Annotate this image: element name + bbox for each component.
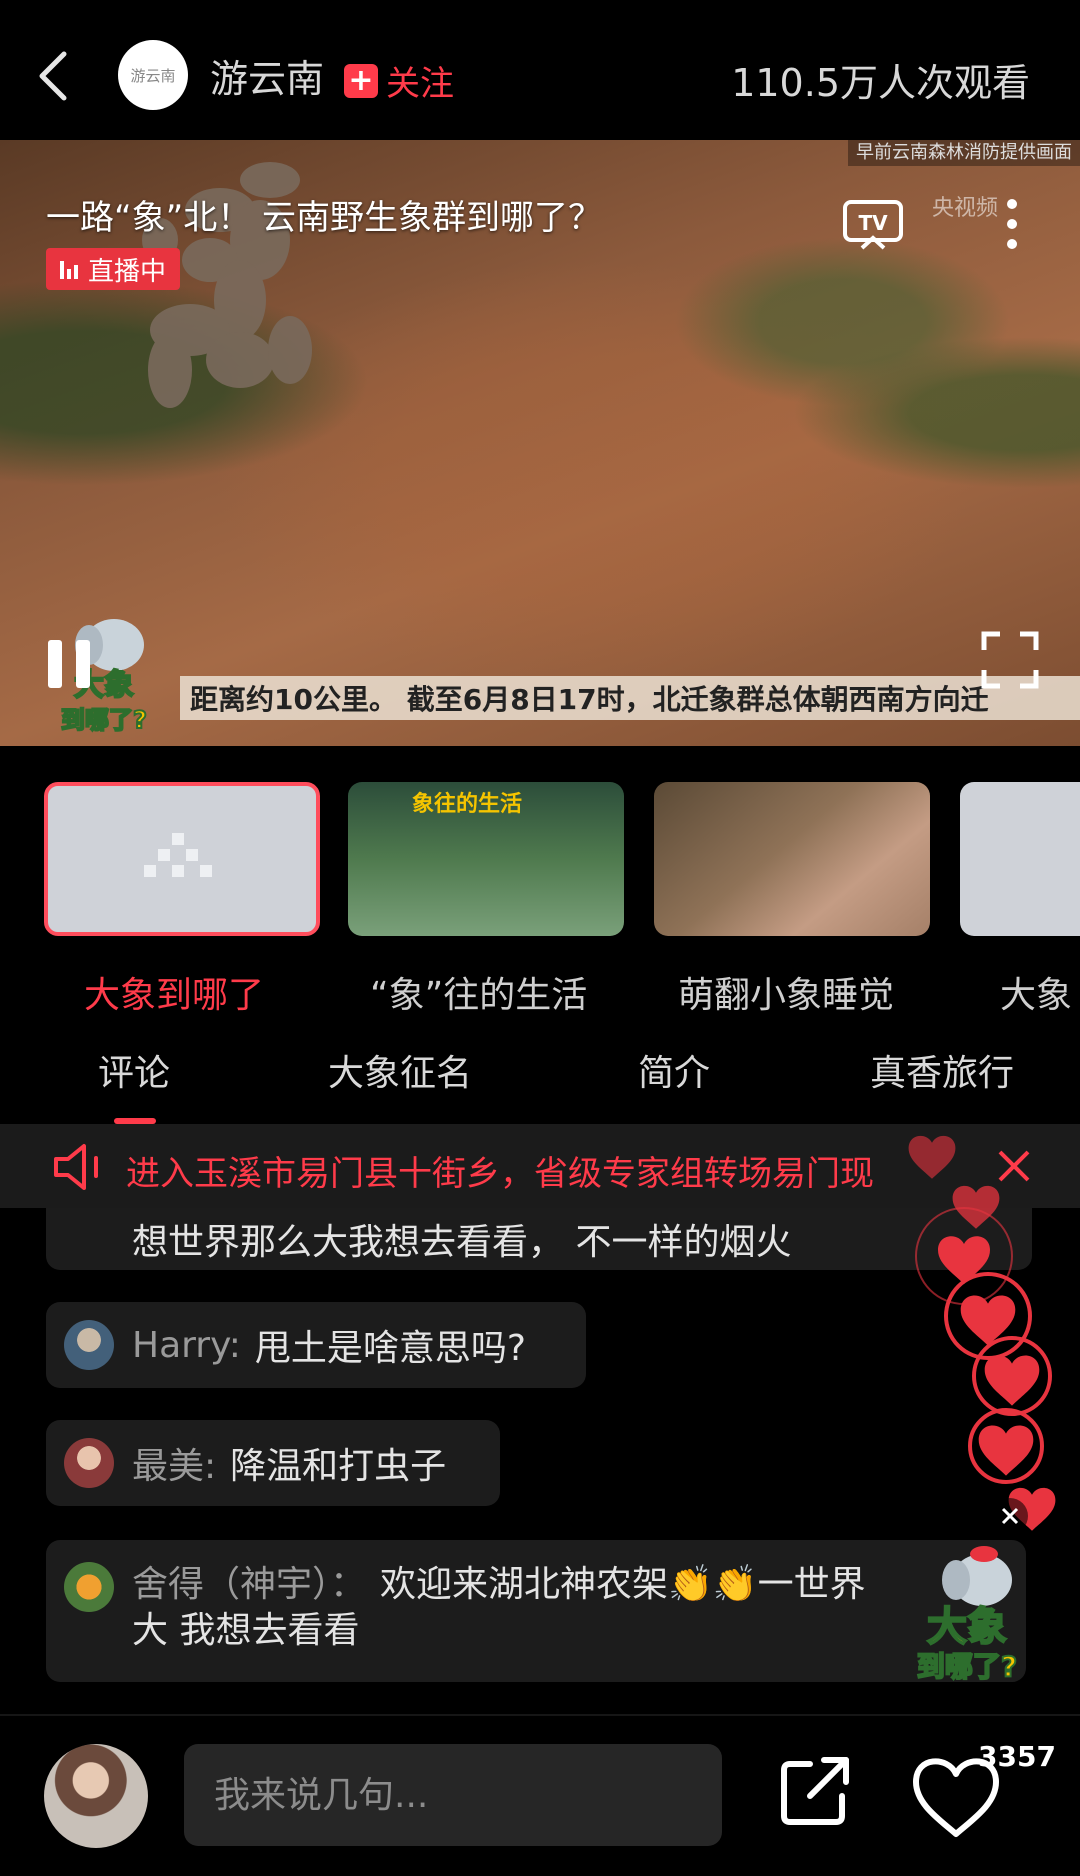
announcement-text: 进入玉溪市易门县十街乡，省级专家组转场易门现 (126, 1154, 874, 1194)
channel-logo-text: 游云南 (130, 66, 176, 85)
svg-text:大象: 大象 (927, 1604, 1007, 1650)
viewer-count: 110.5万人次观看 (731, 61, 1030, 105)
playlist-thumb-4[interactable] (960, 782, 1080, 936)
channel-avatar[interactable]: 游云南 (118, 40, 188, 110)
close-icon (992, 1498, 1028, 1534)
comment-text: 降温和打虫子 (230, 1446, 447, 1487)
playlist-thumb-2[interactable]: 象往的生活 (348, 782, 624, 936)
svg-text:到哪了?: 到哪了? (917, 1650, 1017, 1683)
playlist-thumb-3[interactable] (654, 782, 930, 936)
channel-name[interactable]: 游云南 (210, 48, 324, 103)
tv-cast-icon[interactable]: TV (842, 198, 904, 252)
comment-input[interactable] (184, 1744, 722, 1846)
pause-icon[interactable] (42, 636, 98, 692)
watermark: 央视频 (932, 196, 999, 221)
avatar[interactable] (64, 1320, 114, 1370)
live-bars-icon (60, 259, 78, 279)
live-badge: 直播中 (46, 248, 181, 290)
speaker-icon (54, 1144, 98, 1190)
comment-text-line2: 大 我想去看看 (132, 1610, 360, 1651)
video-subtitle: 距离约10公里。 截至6月8日17时，北迁象群总体朝西南方向迁 (180, 676, 1080, 720)
playlist-label-4[interactable]: 大象 (1000, 966, 1072, 1018)
comment-text: 想世界那么大我想去看看， 不一样的烟火 (132, 1222, 792, 1263)
mascot-logo[interactable]: 大象 到哪了? (892, 1540, 1042, 1700)
my-avatar[interactable] (44, 1744, 148, 1848)
video-title: 一路“象”北！ 云南野生象群到哪了？ (46, 198, 603, 238)
playlist-label-2[interactable]: “象”往的生活 (370, 966, 587, 1018)
comment-item: 最美: 降温和打虫子 (46, 1420, 500, 1506)
hearts-close-button[interactable] (990, 1496, 1030, 1536)
back-arrow-icon[interactable] (34, 48, 74, 104)
comment-username[interactable]: 舍得（神宇）： (132, 1564, 366, 1605)
plus-icon: + (344, 63, 378, 98)
tab-naming[interactable]: 大象征名 (328, 1044, 472, 1096)
fullscreen-icon[interactable] (980, 630, 1040, 690)
live-label: 直播中 (88, 256, 167, 287)
comment-username[interactable]: Harry: (132, 1325, 241, 1366)
tab-intro[interactable]: 简介 (638, 1044, 710, 1096)
follow-label: 关注 (386, 64, 454, 104)
floating-hearts (908, 1135, 1056, 1531)
svg-text:到哪了?: 到哪了? (61, 706, 147, 734)
avatar[interactable] (64, 1562, 114, 1612)
source-note: 早前云南森林消防提供画面 (848, 136, 1080, 166)
comment-item: 想世界那么大我想去看看， 不一样的烟火 (46, 1208, 1032, 1270)
comment-item: Harry: 甩土是啥意思吗? (46, 1302, 586, 1388)
comment-body: 舍得（神宇）： 欢迎来湖北神农架👏👏一世界 大 我想去看看 (132, 1562, 866, 1654)
comment-item: 舍得（神宇）： 欢迎来湖北神农架👏👏一世界 大 我想去看看 (46, 1540, 1026, 1682)
tab-travel[interactable]: 真香旅行 (870, 1044, 1014, 1096)
comment-text: 欢迎来湖北神农架👏👏一世界 (380, 1564, 866, 1605)
svg-text:TV: TV (858, 211, 888, 235)
follow-button[interactable]: + 关注 (344, 56, 454, 105)
comment-text: 甩土是啥意思吗? (254, 1328, 527, 1369)
comment-username[interactable]: 最美: (132, 1437, 216, 1489)
playlist-label-3[interactable]: 萌翻小象睡觉 (678, 966, 894, 1018)
playlist-label-1[interactable]: 大象到哪了 (84, 966, 264, 1018)
thumb-overlay-title: 象往的生活 (412, 792, 523, 817)
avatar[interactable] (64, 1438, 114, 1488)
more-icon[interactable] (1000, 196, 1024, 252)
like-count: 3357 (978, 1740, 1056, 1773)
tab-comments[interactable]: 评论 (98, 1044, 170, 1096)
placeholder-logo-icon (144, 833, 212, 877)
playlist-thumb-1[interactable] (44, 782, 320, 936)
share-icon[interactable] (776, 1750, 856, 1830)
divider (0, 1714, 1080, 1716)
